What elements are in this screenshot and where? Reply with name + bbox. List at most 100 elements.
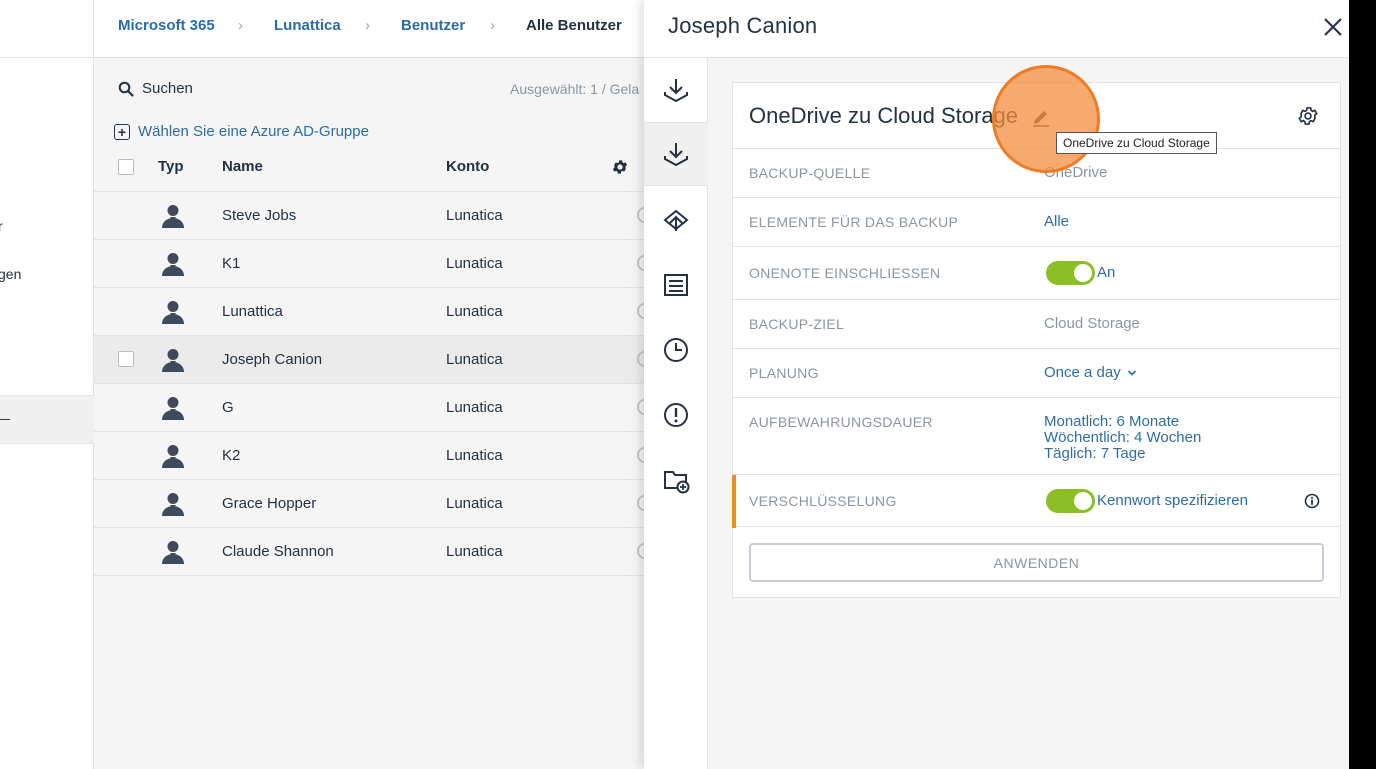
column-header-type[interactable]: Typ [158,158,184,175]
user-name: K1 [222,255,241,272]
field-label: BACKUP-QUELLE [749,165,871,181]
table-row[interactable]: K1 Lunatica [94,240,654,288]
column-header-name[interactable]: Name [222,158,263,175]
field-encryption: VERSCHLÜSSELUNG Kennwort spezifizieren [732,474,1340,528]
table-row[interactable]: G Lunatica [94,384,654,432]
user-name: Claude Shannon [222,543,334,560]
user-account: Lunatica [446,255,503,272]
user-account: Lunatica [446,399,503,416]
breadcrumb-separator: › [238,17,243,34]
download-icon [664,143,688,167]
panel-title: Joseph Canion [668,13,818,38]
retention-weekly[interactable]: Wöchentlich: 4 Wochen [1044,429,1201,446]
nav-item-active[interactable]: — [0,395,94,444]
plan-settings-gear-icon[interactable] [1297,105,1319,127]
tab-backup-2[interactable] [644,122,708,186]
tab-recovery[interactable] [644,188,708,252]
user-account: Lunatica [446,303,503,320]
nav-item-label: r [0,218,3,234]
user-account: Lunatica [446,495,503,512]
field-label: PLANUNG [749,365,819,381]
breadcrumb-separator: › [490,17,495,34]
user-icon [162,301,184,324]
field-label: BACKUP-ZIEL [749,316,845,332]
panel-header: Joseph Canion [644,0,1349,58]
user-name: Joseph Canion [222,351,323,368]
apply-button[interactable]: ANWENDEN [749,543,1324,582]
info-icon[interactable] [1304,493,1320,509]
user-details-panel: Joseph Canion OneDrive zu Cloud Storage … [644,0,1349,769]
download-icon [664,79,688,103]
onenote-toggle[interactable] [1046,261,1095,285]
user-icon [162,445,184,468]
tab-history[interactable] [644,318,708,382]
retention-monthly[interactable]: Monatlich: 6 Monate [1044,413,1179,430]
schedule-dropdown[interactable]: Once a day [1044,364,1137,381]
nav-item-partial-2[interactable]: gen [0,266,92,282]
column-settings-gear-icon[interactable] [611,158,629,176]
backup-plan-card: OneDrive zu Cloud Storage OneDrive zu Cl… [732,65,1341,598]
user-name: K2 [222,447,241,464]
breadcrumb-benutzer[interactable]: Benutzer [401,17,465,34]
recovery-icon [663,209,689,231]
breadcrumb-microsoft-365[interactable]: Microsoft 365 [118,17,215,34]
retention-daily[interactable]: Täglich: 7 Tage [1044,445,1145,462]
tab-log[interactable] [644,253,708,317]
tab-alerts[interactable] [644,383,708,447]
warning-indicator [732,475,736,528]
left-navigation: r gen — [0,0,94,769]
breadcrumb-separator: › [365,17,370,34]
log-icon [664,274,688,296]
row-checkbox[interactable] [118,351,134,367]
chevron-down-icon [1127,370,1136,376]
user-icon [162,541,184,564]
cursor-highlight [992,65,1100,173]
user-icon [162,397,184,420]
tab-backup-1[interactable] [644,58,708,122]
select-all-checkbox[interactable] [118,159,134,175]
user-icon [162,349,184,372]
table-row[interactable]: Lunattica Lunatica [94,288,654,336]
encryption-password-link[interactable]: Kennwort spezifizieren [1097,492,1248,509]
search-box[interactable]: Suchen [118,80,193,97]
column-header-account[interactable]: Konto [446,158,489,175]
alert-icon [664,403,688,427]
nav-item-label: gen [0,266,22,282]
table-row[interactable]: Joseph Canion Lunatica [94,336,654,384]
close-icon[interactable] [1322,16,1344,38]
field-label: VERSCHLÜSSELUNG [749,493,897,509]
field-schedule: PLANUNG Once a day [733,348,1340,397]
schedule-value: Once a day [1044,364,1121,381]
user-icon [162,253,184,276]
field-backup-items: ELEMENTE FÜR DAS BACKUP Alle [733,197,1340,246]
field-backup-target: BACKUP-ZIEL Cloud Storage [733,299,1340,348]
azure-group-label: Wählen Sie eine Azure AD-Gruppe [138,123,369,140]
left-nav-topbar [0,0,93,58]
nav-item-label: — [0,410,10,426]
screen-edge [1349,0,1376,769]
user-name: Grace Hopper [222,495,317,512]
select-azure-group-link[interactable]: + Wählen Sie eine Azure AD-Gruppe [114,123,369,140]
encryption-toggle[interactable] [1046,489,1095,513]
breadcrumb-lunattica[interactable]: Lunattica [274,17,341,34]
plus-box-icon: + [114,123,130,140]
user-name: Lunattica [222,303,283,320]
panel-icon-bar [644,58,708,769]
backup-items-link[interactable]: Alle [1044,213,1069,230]
tab-add-folder[interactable] [644,448,708,512]
table-row[interactable]: Steve Jobs Lunatica [94,192,654,240]
user-name: G [222,399,234,416]
field-label: ELEMENTE FÜR DAS BACKUP [749,214,959,230]
user-account: Lunatica [446,447,503,464]
table-row[interactable]: K2 Lunatica [94,432,654,480]
user-account: Lunatica [446,351,503,368]
folder-add-icon [664,471,690,494]
onenote-toggle-label: An [1097,264,1116,281]
user-account: Lunatica [446,543,503,560]
table-row[interactable]: Claude Shannon Lunatica [94,528,654,576]
nav-item-partial-1[interactable]: r [0,218,92,234]
table-header: Typ Name Konto [94,144,654,192]
field-label: AUFBEWAHRUNGSDAUER [749,414,933,430]
clock-icon [664,338,688,362]
table-row[interactable]: Grace Hopper Lunatica [94,480,654,528]
